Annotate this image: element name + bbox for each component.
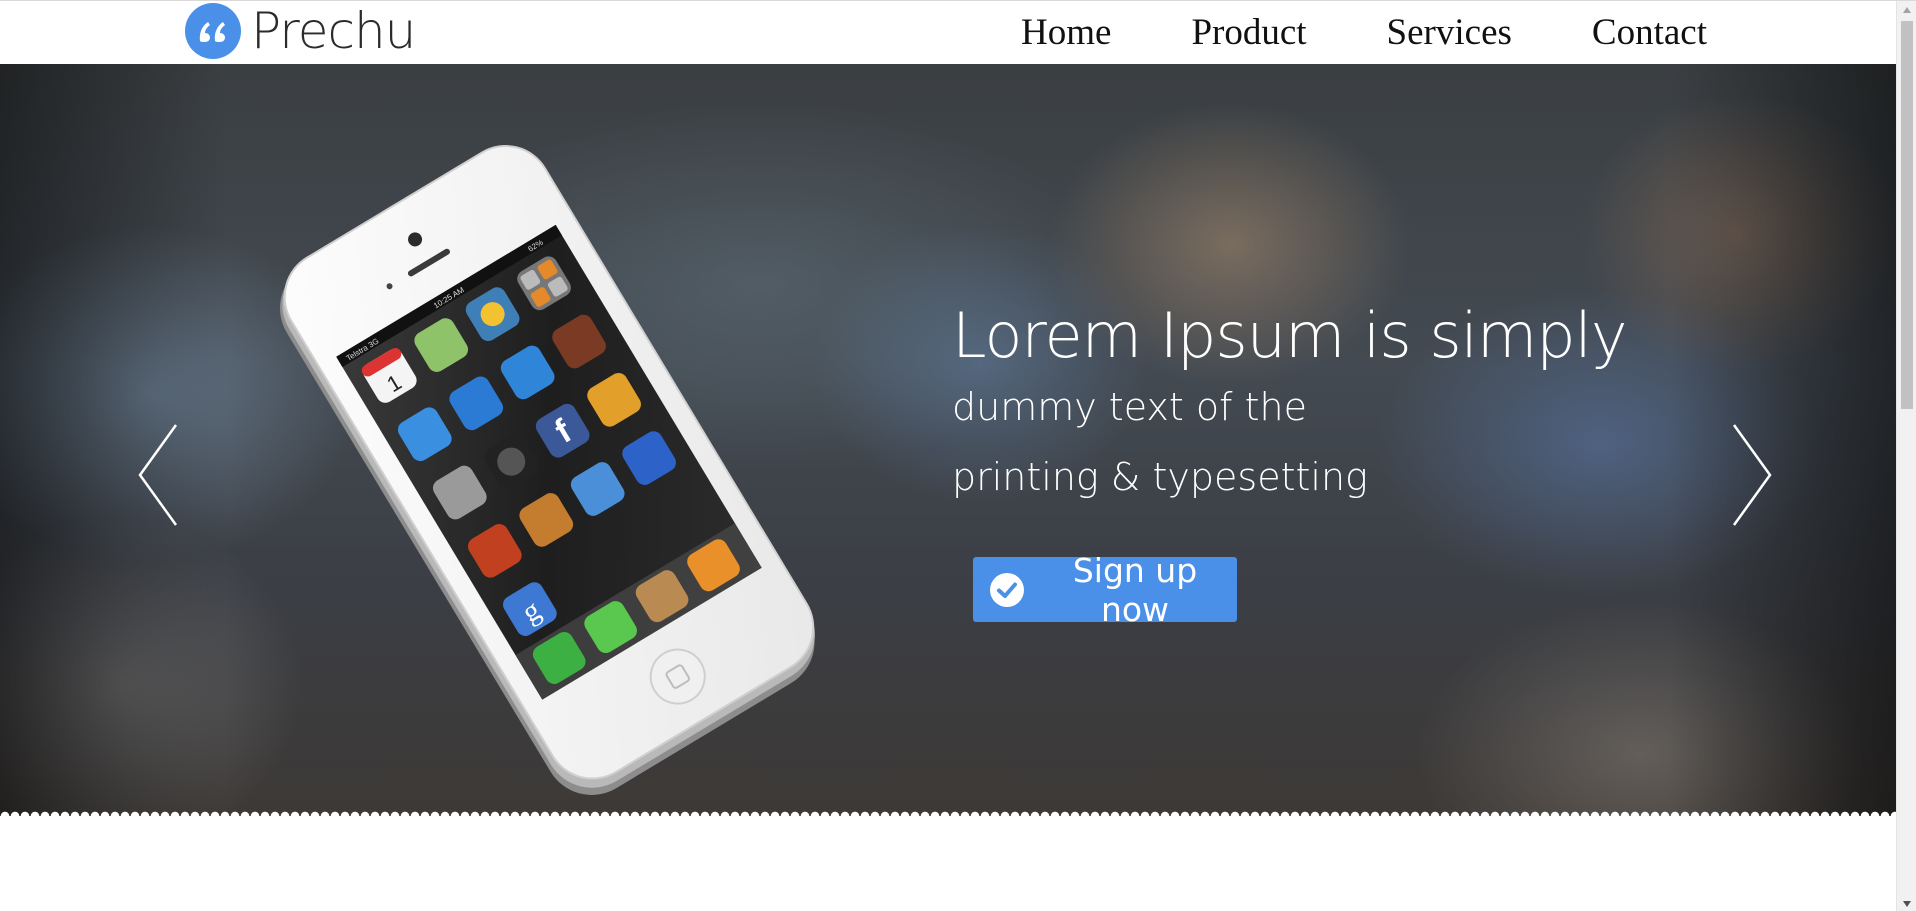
nav-contact[interactable]: Contact [1592, 11, 1707, 54]
nav-product[interactable]: Product [1191, 11, 1306, 54]
nav-services[interactable]: Services [1387, 11, 1512, 54]
brand-name: Prechu [251, 2, 416, 60]
hero-caption: Lorem Ipsum is simply dummy text of the … [952, 299, 1628, 512]
hero-slider: Telstra 3G 10:25 AM 62% 1 f g Lorem Ipsu… [0, 64, 1896, 816]
chevron-right-icon[interactable] [1730, 423, 1774, 527]
phone-illustration: Telstra 3G 10:25 AM 62% 1 f g [279, 145, 815, 795]
brand-logo[interactable]: Prechu [185, 2, 416, 60]
main-nav: Home Product Services Contact [1021, 1, 1707, 64]
chevron-left-icon[interactable] [136, 423, 180, 527]
check-circle-icon [990, 572, 1024, 607]
scroll-up-arrow-icon[interactable] [1897, 1, 1916, 18]
scrollbar-thumb[interactable] [1901, 21, 1913, 409]
hero-subline-1: dummy text of the [952, 385, 1307, 429]
signup-button-label: Sign up now [1072, 550, 1198, 629]
hero-subline-2: printing & typesetting [952, 455, 1368, 499]
page: Prechu Home Product Services Contact Tel… [0, 0, 1916, 911]
scroll-down-arrow-icon[interactable] [1897, 895, 1916, 911]
scalloped-edge [0, 806, 1896, 816]
signup-button[interactable]: Sign up now [973, 551, 1237, 629]
site-header: Prechu Home Product Services Contact [0, 1, 1896, 64]
quote-icon [185, 3, 241, 59]
vertical-scrollbar[interactable] [1896, 1, 1916, 911]
hero-headline: Lorem Ipsum is simply [952, 299, 1628, 372]
nav-home[interactable]: Home [1021, 11, 1111, 54]
